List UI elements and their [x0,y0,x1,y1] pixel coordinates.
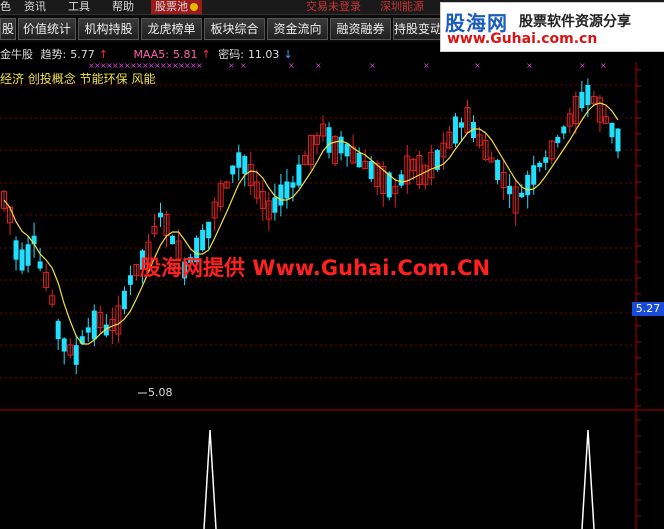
candle-down [368,161,374,179]
candle-down [158,212,164,218]
candle-down [519,192,525,198]
candle-down [579,91,585,109]
candle-down [170,235,176,245]
candle-down [507,185,513,195]
candle-down [531,165,537,185]
candle-down [85,327,91,333]
candle-down [495,159,501,181]
candle-down [344,143,350,157]
current-price-tag: 5.27 [632,302,664,316]
candle-down [25,244,31,266]
signal-mark: × [288,61,295,70]
candle-down [37,261,43,269]
candle-down [55,320,61,340]
candle-down [296,164,302,186]
signal-spike [203,429,217,529]
center-watermark: 股海网提供 Www.Guhai.Com.CN [140,256,491,280]
signal-mark: × [474,61,481,70]
candle-down [79,336,85,344]
signal-mark: × [369,61,376,70]
signal-mark: × [315,61,322,70]
signal-spike [581,429,595,529]
candle-down [525,174,531,196]
candle-down [206,221,212,239]
candle-down [326,127,332,153]
candle-down [561,126,567,134]
candle-down [338,136,344,154]
candle-down [278,184,284,206]
candle-down [13,240,19,260]
candle-down [121,290,127,310]
candle-down [127,275,133,285]
candle-down [242,156,248,174]
signal-mark: × [526,61,533,70]
candle-down [609,122,615,138]
signal-mark: × [196,61,203,70]
candle-down [19,249,25,271]
candle-down [537,162,543,168]
signal-mark: × [600,61,607,70]
signal-mark: × [228,61,235,70]
candle-down [73,345,79,365]
candle-down [452,116,458,144]
low-price-label: 5.08 [148,386,173,399]
candle-down [61,338,67,352]
candle-down [615,128,621,152]
candle-down [284,181,290,199]
candle-down [290,182,296,188]
candle-down [91,310,97,340]
candle-down [585,85,591,105]
candle-down [398,174,404,186]
candle-down [236,152,242,168]
candle-down [458,122,464,128]
signal-mark: × [240,61,247,70]
signal-mark: × [423,61,430,70]
candle-down [200,229,206,251]
candle-down [555,136,561,144]
signal-mark: × [579,61,586,70]
candle-down [356,152,362,168]
candle-down [272,197,278,213]
candle-down [230,165,236,175]
candle-down [543,157,549,163]
